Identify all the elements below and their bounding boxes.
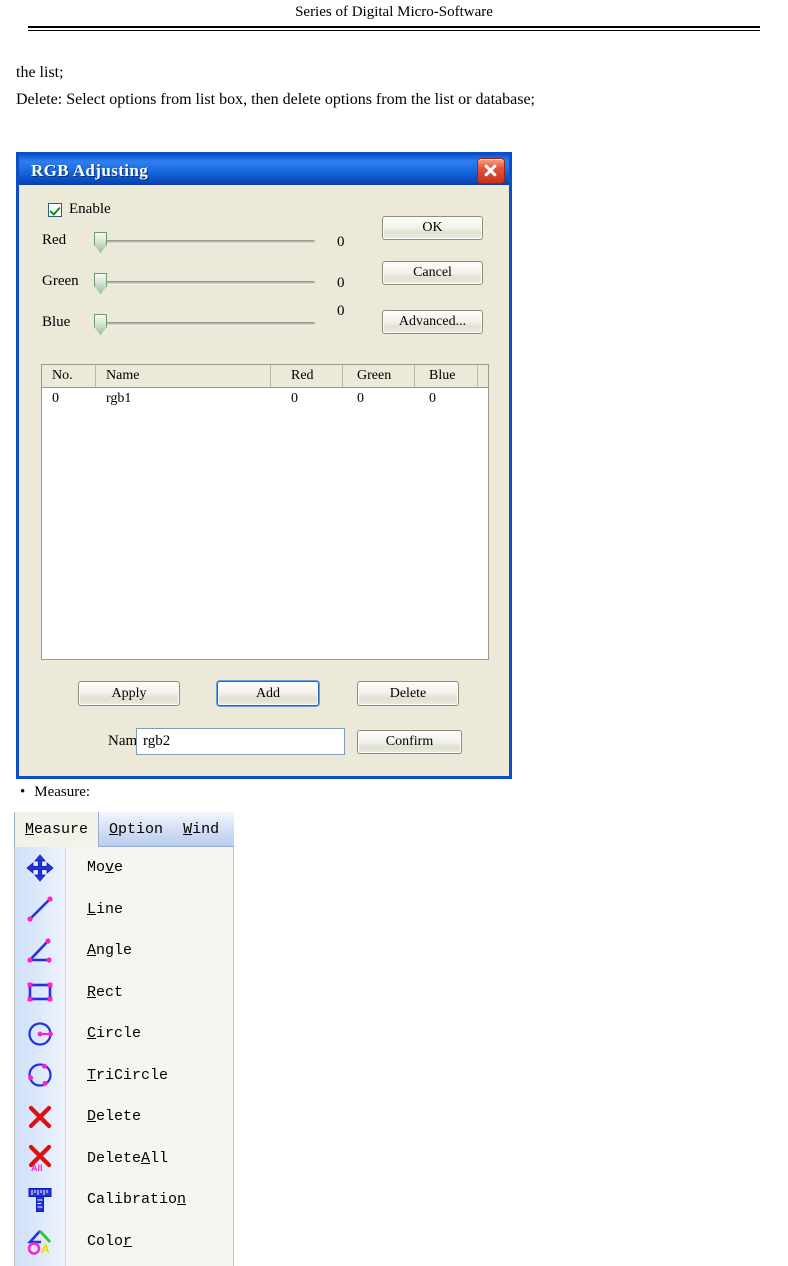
body-text-line-2: Delete: Select options from list box, th…	[16, 91, 535, 108]
line-icon	[15, 889, 65, 931]
column-header-green[interactable]: Green	[343, 365, 415, 387]
menu-item-move-label: Move	[87, 859, 124, 877]
measure-dropdown-panel: Move Line Angle Rect Circle TriCircle De…	[14, 847, 234, 1266]
slider-track-green[interactable]	[98, 281, 315, 285]
svg-text:A: A	[41, 1242, 50, 1255]
rectangle-icon	[15, 972, 65, 1014]
slider-track-blue[interactable]	[98, 322, 315, 326]
menubar-item-option-rest: ption	[118, 820, 164, 838]
menu-item-line[interactable]: Line	[15, 889, 233, 931]
calibration-ruler-icon	[15, 1179, 65, 1221]
menubar-item-option-mnemonic: O	[109, 820, 119, 838]
add-button[interactable]: Add	[217, 681, 319, 706]
body-text-line-1: the list;	[16, 64, 64, 81]
slider-label-blue: Blue	[42, 314, 71, 330]
menu-item-color[interactable]: A Color	[15, 1221, 233, 1263]
slider-value-green: 0	[337, 275, 345, 291]
slider-value-red: 0	[337, 234, 345, 250]
listbox-header-row: No. Name Red Green Blue	[42, 365, 488, 388]
name-input[interactable]: rgb2	[136, 728, 345, 755]
measure-bullet-line: • Measure:	[20, 784, 90, 801]
menubar-item-measure-mnemonic: M	[25, 820, 35, 838]
slider-label-red: Red	[42, 232, 67, 248]
header-rule-thin	[28, 30, 760, 31]
cell-red: 0	[291, 391, 298, 406]
bullet-dot-icon: •	[20, 784, 26, 800]
menubar-item-measure[interactable]: Measure	[14, 811, 100, 847]
confirm-button[interactable]: Confirm	[357, 730, 462, 754]
cell-green: 0	[357, 391, 364, 406]
dialog-title: RGB Adjusting	[31, 161, 149, 180]
enable-checkbox-label: Enable	[69, 201, 111, 217]
advanced-button[interactable]: Advanced...	[382, 310, 483, 334]
menu-item-calibration-label: Calibration	[87, 1191, 187, 1209]
column-header-red[interactable]: Red	[271, 365, 343, 387]
menu-item-angle-label: Angle	[87, 942, 133, 960]
menu-item-tricircle[interactable]: TriCircle	[15, 1055, 233, 1097]
menu-item-rect-label: Rect	[87, 983, 124, 1001]
menu-item-circle-label: Circle	[87, 1025, 142, 1043]
column-header-no[interactable]: No.	[42, 365, 96, 387]
delete-all-icon: All	[15, 1138, 65, 1180]
document-header-title: Series of Digital Micro-Software	[295, 4, 493, 20]
slider-track-red[interactable]	[98, 240, 315, 244]
page-root: Series of Digital Micro-Software the lis…	[0, 0, 788, 1266]
menu-item-color-label: Color	[87, 1232, 133, 1250]
cell-no: 0	[52, 391, 59, 406]
angle-icon	[15, 930, 65, 972]
rgb-presets-listbox[interactable]: No. Name Red Green Blue 0 rgb1 0 0 0	[41, 364, 489, 660]
tricircle-icon	[15, 1055, 65, 1097]
measure-menu-window: Measure Option Wind Move Line Angle Rect…	[14, 811, 234, 1266]
measure-bullet-label: Measure:	[34, 784, 91, 800]
ok-button[interactable]: OK	[382, 216, 483, 240]
menubar-item-window-rest: ind	[192, 820, 220, 838]
svg-text:All: All	[31, 1163, 43, 1172]
menu-item-delete-all-label: DeleteAll	[87, 1149, 169, 1167]
menu-item-delete-all[interactable]: All DeleteAll	[15, 1138, 233, 1180]
header-rule-thick	[28, 26, 760, 28]
menu-item-tricircle-label: TriCircle	[87, 1066, 169, 1084]
menubar-item-window-mnemonic: W	[183, 820, 193, 838]
table-row[interactable]: 0 rgb1 0 0 0	[42, 388, 488, 410]
menu-item-circle[interactable]: Circle	[15, 1013, 233, 1055]
cell-name: rgb1	[106, 391, 132, 406]
menu-item-move[interactable]: Move	[15, 847, 233, 889]
cell-blue: 0	[429, 391, 436, 406]
menu-item-calibration[interactable]: Calibration	[15, 1179, 233, 1221]
menu-item-angle[interactable]: Angle	[15, 930, 233, 972]
dialog-titlebar[interactable]: RGB Adjusting	[16, 152, 512, 185]
move-arrows-icon	[15, 847, 65, 889]
circle-icon	[15, 1013, 65, 1055]
menubar-item-measure-rest: easure	[34, 820, 89, 838]
menu-item-delete[interactable]: Delete	[15, 1096, 233, 1138]
color-palette-icon: A	[15, 1221, 65, 1263]
delete-button[interactable]: Delete	[357, 681, 459, 706]
enable-checkbox-row[interactable]: Enable	[48, 201, 111, 218]
slider-value-blue: 0	[337, 303, 345, 319]
slider-label-green: Green	[42, 273, 79, 289]
menubar: Measure Option Wind	[14, 811, 234, 847]
menubar-item-option[interactable]: Option	[99, 812, 173, 847]
column-header-blue[interactable]: Blue	[415, 365, 478, 387]
delete-x-icon	[15, 1096, 65, 1138]
apply-button[interactable]: Apply	[78, 681, 180, 706]
column-header-spacer	[478, 365, 488, 387]
cancel-button[interactable]: Cancel	[382, 261, 483, 285]
menu-item-line-label: Line	[87, 900, 124, 918]
column-header-name[interactable]: Name	[96, 365, 271, 387]
menu-item-delete-label: Delete	[87, 1108, 142, 1126]
menubar-item-window[interactable]: Wind	[173, 812, 229, 847]
menu-item-rect[interactable]: Rect	[15, 972, 233, 1014]
close-icon[interactable]	[477, 158, 505, 184]
enable-checkbox[interactable]	[48, 202, 62, 217]
